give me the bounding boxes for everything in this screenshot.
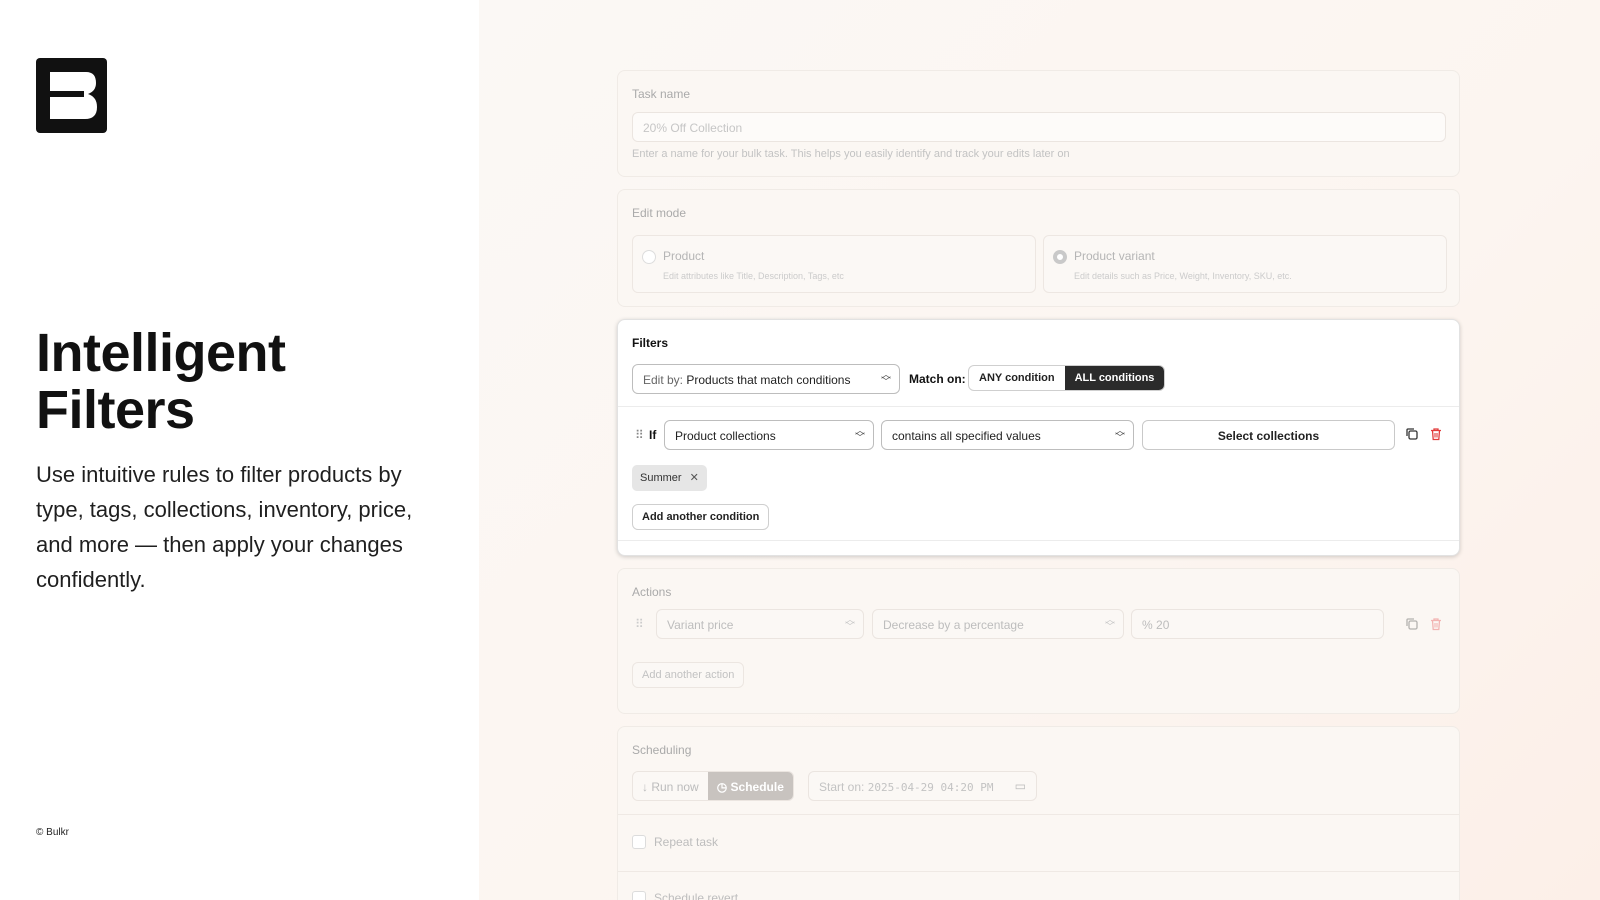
option-product-desc: Edit attributes like Title, Description,…	[663, 271, 844, 281]
task-name-label: Task name	[632, 87, 691, 101]
match-all-button[interactable]: ALL conditions	[1064, 366, 1165, 390]
action-field-select[interactable]: Variant price ︿ ﹀	[656, 609, 864, 639]
condition-if-label: If	[649, 428, 657, 442]
updown-chevron-icon: ︿ ﹀	[1105, 615, 1115, 633]
schedule-mode-segmented: ↓ Run now ◷ Schedule	[632, 771, 794, 801]
headline-line-1: Intelligent	[36, 323, 286, 383]
edit-by-value: Products that match conditions	[686, 373, 851, 387]
actions-card: Actions ⠿ Variant price ︿ ﹀ Decrease by a…	[617, 568, 1460, 714]
updown-chevron-icon: ︿ ﹀	[1115, 426, 1125, 444]
drag-handle-icon[interactable]: ⠿	[635, 617, 644, 631]
duplicate-icon[interactable]	[1405, 617, 1421, 633]
option-variant-label: Product variant	[1074, 249, 1155, 263]
action-operation-value: Decrease by a percentage	[883, 618, 1024, 632]
action-value-prefix: %	[1142, 618, 1153, 632]
select-collections-button[interactable]: Select collections	[1142, 420, 1395, 450]
schedule-revert-label: Schedule revert	[654, 891, 739, 900]
logo-mark-icon	[50, 72, 97, 119]
start-prefix: Start on:	[819, 780, 865, 794]
condition-field-value: Product collections	[675, 429, 776, 443]
calendar-icon[interactable]: ▭	[1015, 779, 1026, 793]
match-segmented-control: ANY condition ALL conditions	[968, 365, 1166, 391]
task-name-card: Task name 20% Off Collection Enter a nam…	[617, 70, 1460, 177]
duplicate-icon[interactable]	[1405, 427, 1421, 443]
copyright-text: © Bulkr	[36, 827, 69, 838]
schedule-label: Schedule	[730, 780, 784, 794]
action-field-value: Variant price	[667, 618, 734, 632]
edit-by-prefix: Edit by:	[643, 373, 684, 387]
bulkr-logo	[36, 58, 107, 133]
edit-mode-card: Edit mode Product Edit attributes like T…	[617, 189, 1460, 307]
action-operation-select[interactable]: Decrease by a percentage ︿ ﹀	[872, 609, 1124, 639]
condition-operator-value: contains all specified values	[892, 429, 1041, 443]
hero-headline: Intelligent Filters	[36, 325, 456, 439]
add-action-button[interactable]: Add another action	[632, 662, 745, 688]
add-condition-button[interactable]: Add another condition	[632, 504, 770, 530]
actions-title: Actions	[632, 585, 672, 599]
delete-icon[interactable]	[1429, 427, 1445, 443]
edit-by-select[interactable]: Edit by: Products that match conditions …	[632, 364, 900, 394]
match-any-button[interactable]: ANY condition	[969, 366, 1065, 390]
task-name-input[interactable]: 20% Off Collection	[632, 112, 1446, 142]
filters-bottom-divider	[618, 540, 1459, 541]
delete-icon[interactable]	[1429, 617, 1445, 633]
filters-divider	[618, 406, 1459, 407]
edit-mode-option-variant[interactable]: Product variant Edit details such as Pri…	[1043, 235, 1447, 293]
clock-icon: ◷	[716, 780, 731, 794]
option-variant-desc: Edit details such as Price, Weight, Inve…	[1074, 271, 1292, 281]
hero-description: Use intuitive rules to filter products b…	[36, 462, 413, 592]
run-now-label: Run now	[651, 780, 699, 794]
schedule-button[interactable]: ◷ Schedule	[707, 772, 793, 800]
filters-title: Filters	[632, 336, 669, 350]
task-name-help: Enter a name for your bulk task. This he…	[632, 148, 1070, 160]
match-on-label: Match on:	[909, 372, 966, 386]
repeat-task-checkbox[interactable]	[632, 835, 646, 849]
remove-tag-icon[interactable]: ✕	[690, 472, 699, 484]
scheduling-divider	[618, 814, 1459, 815]
action-value: 20	[1156, 618, 1170, 632]
hero-panel: Intelligent Filters Use intuitive rules …	[0, 0, 479, 900]
start-date-input[interactable]: Start on: 2025-04-29 04:20 PM ▭	[808, 771, 1037, 801]
headline-line-2: Filters	[36, 380, 195, 440]
radio-product-variant[interactable]	[1053, 250, 1067, 264]
edit-mode-option-product[interactable]: Product Edit attributes like Title, Desc…	[632, 235, 1036, 293]
option-product-label: Product	[663, 249, 705, 263]
condition-field-select[interactable]: Product collections ︿ ﹀	[664, 420, 874, 450]
collection-tag-chip: Summer ✕	[632, 465, 707, 491]
filters-card: Filters Edit by: Products that match con…	[617, 319, 1460, 556]
run-now-button[interactable]: ↓ Run now	[633, 772, 708, 800]
scheduling-divider-2	[618, 871, 1459, 872]
updown-chevron-icon: ︿ ﹀	[855, 426, 865, 444]
drag-handle-icon[interactable]: ⠿	[635, 428, 644, 442]
arrow-down-icon: ↓	[642, 780, 652, 794]
repeat-task-label: Repeat task	[654, 835, 719, 849]
collection-tag-label: Summer	[640, 472, 682, 484]
radio-product[interactable]	[642, 250, 656, 264]
scheduling-title: Scheduling	[632, 743, 692, 757]
start-value: 2025-04-29 04:20 PM	[867, 781, 994, 794]
condition-operator-select[interactable]: contains all specified values ︿ ﹀	[881, 420, 1134, 450]
action-value-input[interactable]: % 20	[1131, 609, 1384, 639]
schedule-revert-checkbox[interactable]	[632, 891, 646, 900]
updown-chevron-icon: ︿ ﹀	[845, 615, 855, 633]
updown-chevron-icon: ︿ ﹀	[881, 370, 891, 388]
edit-mode-label: Edit mode	[632, 206, 687, 220]
scheduling-card: Scheduling ↓ Run now ◷ Schedule Start on…	[617, 726, 1460, 900]
